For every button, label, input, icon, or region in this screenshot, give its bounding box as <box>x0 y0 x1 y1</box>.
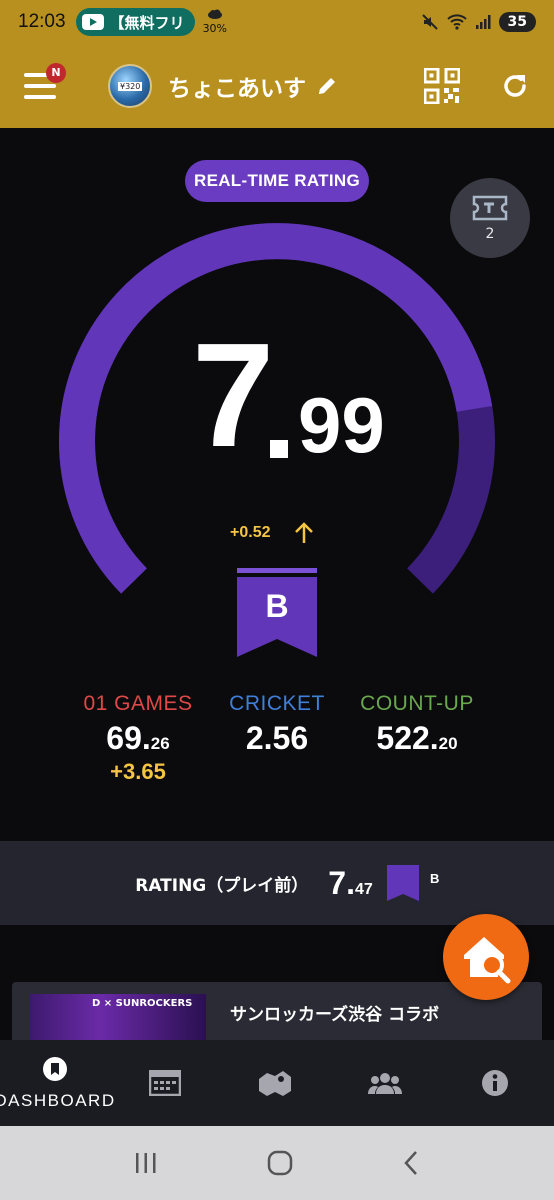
recents-icon[interactable] <box>133 1151 159 1175</box>
map-icon <box>259 1071 291 1096</box>
home-icon[interactable] <box>266 1149 294 1177</box>
stat-countup[interactable]: COUNT-UP 522.20 <box>337 692 497 757</box>
menu-button[interactable]: N <box>24 63 66 99</box>
stat-cricket-value: 2.56 <box>245 720 309 756</box>
youtube-icon <box>81 14 104 30</box>
wifi-icon <box>446 14 467 30</box>
nav-dashboard[interactable]: DASHBOARD <box>0 1040 114 1126</box>
stats-section: 01 GAMES 69.26 +3.65 CRICKET 2.56 COUNT-… <box>0 692 554 812</box>
mute-icon <box>421 14 438 30</box>
back-icon[interactable] <box>401 1149 421 1177</box>
stat-01-delta: +3.65 <box>110 759 166 784</box>
arrow-up-icon <box>295 522 313 543</box>
weather-value: 30% <box>202 21 228 35</box>
prev-rating-label: RATING（プレイ前） <box>135 875 309 896</box>
notification-pill[interactable]: 【無料フリ <box>75 8 195 36</box>
status-bar: 12:03 【無料フリ 30% 35 <box>0 0 554 44</box>
status-icons: 35 <box>421 12 536 32</box>
friends-icon <box>368 1073 402 1094</box>
banner-brand: D × SUNROCKERS <box>92 998 193 1009</box>
rating-decimal: 99 <box>298 381 385 469</box>
pencil-icon[interactable] <box>316 75 338 97</box>
nav-friends[interactable] <box>330 1040 440 1126</box>
flag-icon <box>386 865 419 901</box>
stat-countup-value: 522.20 <box>376 720 458 756</box>
stat-countup-label: COUNT-UP <box>360 692 474 715</box>
notification-badge: N <box>46 63 66 83</box>
stat-01-games[interactable]: 01 GAMES 69.26 +3.65 <box>58 692 218 785</box>
avatar[interactable]: ¥320 <box>108 64 152 108</box>
qr-code-icon[interactable] <box>424 68 460 104</box>
notification-text: 【無料フリ <box>109 13 185 32</box>
realtime-rating-badge: REAL-TIME RATING <box>185 160 369 202</box>
stat-01-label: 01 GAMES <box>83 692 193 715</box>
shop-search-icon <box>464 937 511 984</box>
calendar-icon <box>149 1070 181 1096</box>
nav-info[interactable] <box>440 1040 550 1126</box>
nav-map[interactable] <box>220 1040 330 1126</box>
prev-class-flag: B <box>386 865 439 901</box>
rating-gauge-fill <box>59 223 495 594</box>
stat-cricket-label: CRICKET <box>229 692 325 715</box>
nav-calendar[interactable] <box>110 1040 220 1126</box>
cloud-icon <box>207 9 222 20</box>
app-header: N ¥320 ちょこあいす <box>0 44 554 128</box>
prev-class-letter: B <box>430 871 440 886</box>
prev-rating-row: RATING（プレイ前） 7.47 B <box>0 841 554 925</box>
ticket-icon <box>472 195 508 221</box>
status-time: 12:03 <box>18 11 66 32</box>
info-icon <box>482 1070 508 1096</box>
rating-gauge <box>59 223 495 594</box>
refresh-icon[interactable] <box>500 71 530 101</box>
nav-dashboard-label: DASHBOARD <box>0 1091 116 1110</box>
dashboard-icon <box>43 1057 67 1081</box>
signal-icon <box>475 15 491 29</box>
system-nav <box>0 1126 554 1200</box>
username[interactable]: ちょこあいす <box>168 69 306 103</box>
shop-search-button[interactable] <box>443 914 529 1000</box>
class-letter: B <box>265 588 289 624</box>
battery-indicator: 35 <box>498 12 536 32</box>
stat-cricket[interactable]: CRICKET 2.56 <box>197 692 357 757</box>
weather-indicator: 30% <box>203 9 227 34</box>
rating-delta: +0.52 <box>230 524 271 541</box>
stat-01-value: 69.26 <box>106 720 170 756</box>
rating-decimal-point <box>270 440 288 458</box>
bottom-nav: DASHBOARD <box>0 1040 554 1126</box>
rating-integer: 7 <box>192 313 275 478</box>
avatar-tag: ¥320 <box>118 82 143 91</box>
prev-rating-value: 7.47 <box>328 864 373 901</box>
